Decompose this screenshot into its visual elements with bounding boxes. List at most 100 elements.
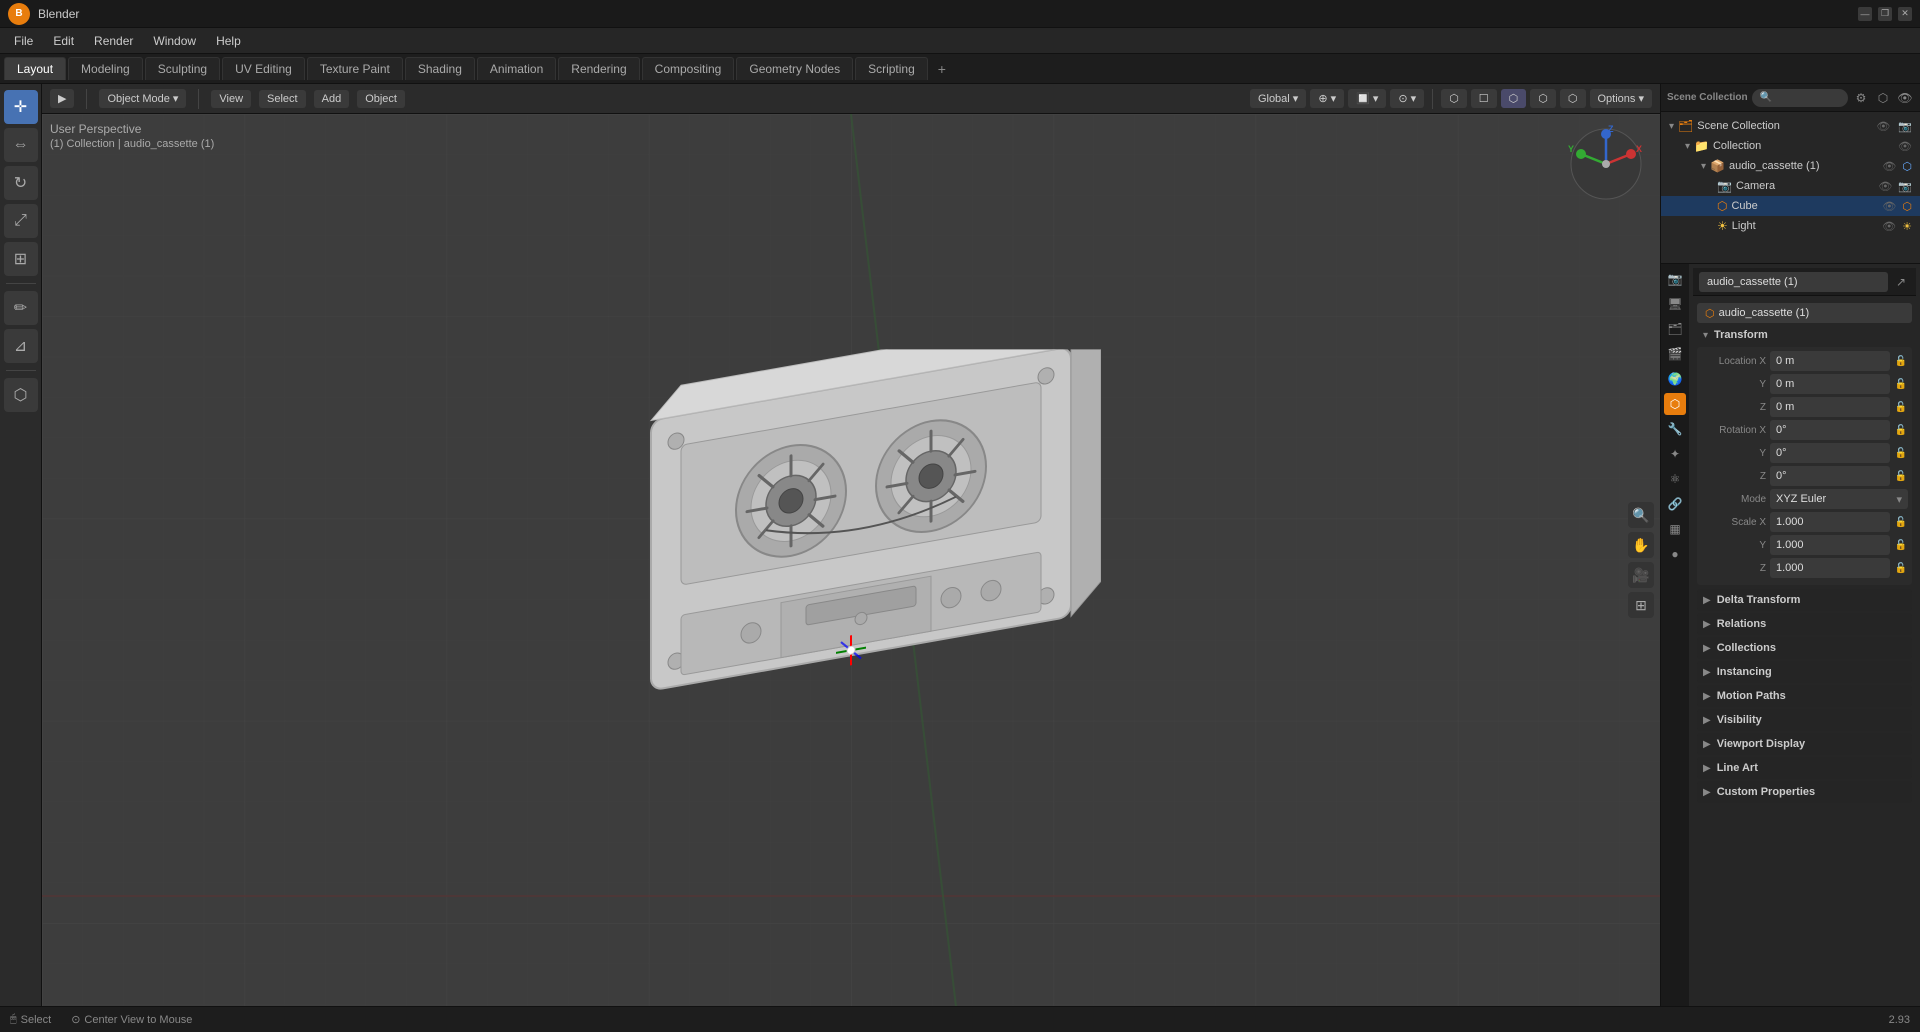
location-x-lock[interactable]: 🔓 <box>1894 354 1908 368</box>
tab-animation[interactable]: Animation <box>477 57 556 80</box>
rotation-z-lock[interactable]: 🔓 <box>1894 469 1908 483</box>
navigation-gizmo[interactable]: X Y Z <box>1566 124 1646 204</box>
scene-collection-eye[interactable]: 👁 <box>1876 120 1890 133</box>
menu-edit[interactable]: Edit <box>45 31 82 51</box>
prop-tab-data[interactable]: ▦ <box>1664 518 1686 540</box>
view-menu[interactable]: View <box>211 90 251 108</box>
tab-texture-paint[interactable]: Texture Paint <box>307 57 403 80</box>
tab-compositing[interactable]: Compositing <box>642 57 735 80</box>
snap-button[interactable]: 🔲 ▾ <box>1348 89 1386 108</box>
prop-tab-particles[interactable]: ✦ <box>1664 443 1686 465</box>
collections-section[interactable]: ▶ Collections <box>1697 637 1912 659</box>
close-button[interactable]: ✕ <box>1898 7 1912 21</box>
add-object-tool[interactable]: ⬡ <box>4 378 38 412</box>
visibility-section[interactable]: ▶ Visibility <box>1697 709 1912 731</box>
zoom-in-icon[interactable]: 🔍 <box>1628 502 1654 528</box>
object-menu[interactable]: Object <box>357 90 405 108</box>
outliner-filter-btn[interactable]: ⚙ <box>1852 89 1870 107</box>
prop-tab-output[interactable]: 🖥 <box>1664 293 1686 315</box>
scene-collection-camera[interactable]: 📷 <box>1898 120 1912 133</box>
measure-tool[interactable]: ⊿ <box>4 329 38 363</box>
outliner-camera[interactable]: 📷 Camera 👁 📷 <box>1661 176 1920 196</box>
tab-uv-editing[interactable]: UV Editing <box>222 57 305 80</box>
cursor-tool[interactable]: ✛ <box>4 90 38 124</box>
prop-object-name[interactable]: audio_cassette (1) <box>1699 272 1888 292</box>
add-menu[interactable]: Add <box>314 90 350 108</box>
tab-geometry-nodes[interactable]: Geometry Nodes <box>736 57 853 80</box>
motion-paths-section[interactable]: ▶ Motion Paths <box>1697 685 1912 707</box>
pan-icon[interactable]: ✋ <box>1628 532 1654 558</box>
outliner-options-btn[interactable]: ⬡ <box>1874 89 1892 107</box>
shading-solid[interactable]: ⬡ <box>1501 89 1527 108</box>
location-x-field[interactable]: 0 m <box>1770 351 1890 371</box>
prop-tab-world[interactable]: 🌍 <box>1664 368 1686 390</box>
scale-x-lock[interactable]: 🔓 <box>1894 515 1908 529</box>
transform-section-header[interactable]: ▾ Transform <box>1697 325 1912 345</box>
rotation-x-lock[interactable]: 🔓 <box>1894 423 1908 437</box>
tab-scripting[interactable]: Scripting <box>855 57 928 80</box>
collection-eye[interactable]: 👁 <box>1898 140 1912 153</box>
add-workspace-button[interactable]: + <box>930 57 954 81</box>
rotation-mode-dropdown[interactable]: XYZ Euler <box>1770 489 1908 509</box>
annotate-tool[interactable]: ✏ <box>4 291 38 325</box>
scale-z-field[interactable]: 1.000 <box>1770 558 1890 578</box>
rotation-x-field[interactable]: 0° <box>1770 420 1890 440</box>
outliner-scene-collection[interactable]: ▾ 🗂 Scene Collection 👁 📷 <box>1661 116 1920 136</box>
tab-modeling[interactable]: Modeling <box>68 57 143 80</box>
transform-tool[interactable]: ⊞ <box>4 242 38 276</box>
prop-expand-btn[interactable]: ↗ <box>1892 273 1910 291</box>
prop-tab-view-layer[interactable]: 🗂 <box>1664 318 1686 340</box>
location-y-lock[interactable]: 🔓 <box>1894 377 1908 391</box>
prop-tab-material[interactable]: ● <box>1664 543 1686 565</box>
prop-tab-physics[interactable]: ⚛ <box>1664 468 1686 490</box>
relations-section[interactable]: ▶ Relations <box>1697 613 1912 635</box>
maximize-button[interactable]: ❐ <box>1878 7 1892 21</box>
viewport-display-section[interactable]: ▶ Viewport Display <box>1697 733 1912 755</box>
camera-icon[interactable]: 🎥 <box>1628 562 1654 588</box>
prop-tab-object[interactable]: ⬡ <box>1664 393 1686 415</box>
cube-eye[interactable]: 👁 <box>1882 200 1896 213</box>
menu-help[interactable]: Help <box>208 31 249 51</box>
tab-layout[interactable]: Layout <box>4 57 66 80</box>
camera-eye[interactable]: 👁 <box>1878 180 1892 193</box>
scale-y-lock[interactable]: 🔓 <box>1894 538 1908 552</box>
custom-properties-section[interactable]: ▶ Custom Properties <box>1697 781 1912 803</box>
outliner-audio-cassette[interactable]: ▾ 📦 audio_cassette (1) 👁 ⬡ <box>1661 156 1920 176</box>
instancing-section[interactable]: ▶ Instancing <box>1697 661 1912 683</box>
overlay-btn[interactable]: ⬡ <box>1441 89 1467 108</box>
shading-material[interactable]: ⬡ <box>1530 89 1556 108</box>
location-z-field[interactable]: 0 m <box>1770 397 1890 417</box>
outliner-search[interactable]: 🔍 <box>1752 89 1848 107</box>
outliner-cube[interactable]: ⬡ Cube 👁 ⬡ <box>1661 196 1920 216</box>
line-art-section[interactable]: ▶ Line Art <box>1697 757 1912 779</box>
scale-x-field[interactable]: 1.000 <box>1770 512 1890 532</box>
minimize-button[interactable]: — <box>1858 7 1872 21</box>
rotation-z-field[interactable]: 0° <box>1770 466 1890 486</box>
transform-pivot[interactable]: ⊕ ▾ <box>1310 89 1344 108</box>
rotation-y-lock[interactable]: 🔓 <box>1894 446 1908 460</box>
scale-tool[interactable]: ⤢ <box>4 204 38 238</box>
mode-dropdown[interactable]: Object Mode ▾ <box>99 89 186 108</box>
location-z-lock[interactable]: 🔓 <box>1894 400 1908 414</box>
light-eye[interactable]: 👁 <box>1882 220 1896 233</box>
prop-tab-modifiers[interactable]: 🔧 <box>1664 418 1686 440</box>
shading-rendered[interactable]: ⬡ <box>1560 89 1586 108</box>
menu-file[interactable]: File <box>6 31 41 51</box>
select-menu[interactable]: Select <box>259 90 306 108</box>
transform-global[interactable]: Global ▾ <box>1250 89 1306 108</box>
proportional-edit[interactable]: ⊙ ▾ <box>1390 89 1424 108</box>
viewport-3d[interactable]: User Perspective (1) Collection | audio_… <box>42 114 1660 1006</box>
shading-wireframe[interactable]: ☐ <box>1471 89 1497 108</box>
delta-transform-section[interactable]: ▶ Delta Transform <box>1697 589 1912 611</box>
prop-tab-scene[interactable]: 🎬 <box>1664 343 1686 365</box>
prop-tab-render[interactable]: 📷 <box>1664 268 1686 290</box>
outliner-collection[interactable]: ▾ 📁 Collection 👁 <box>1661 136 1920 156</box>
menu-render[interactable]: Render <box>86 31 141 51</box>
scale-y-field[interactable]: 1.000 <box>1770 535 1890 555</box>
cassette-eye[interactable]: 👁 <box>1882 160 1896 173</box>
tab-shading[interactable]: Shading <box>405 57 475 80</box>
outliner-eye-col[interactable]: 👁 <box>1896 89 1914 107</box>
rotate-tool[interactable]: ↻ <box>4 166 38 200</box>
editor-type-button[interactable]: ▶ <box>50 89 74 108</box>
rotation-y-field[interactable]: 0° <box>1770 443 1890 463</box>
